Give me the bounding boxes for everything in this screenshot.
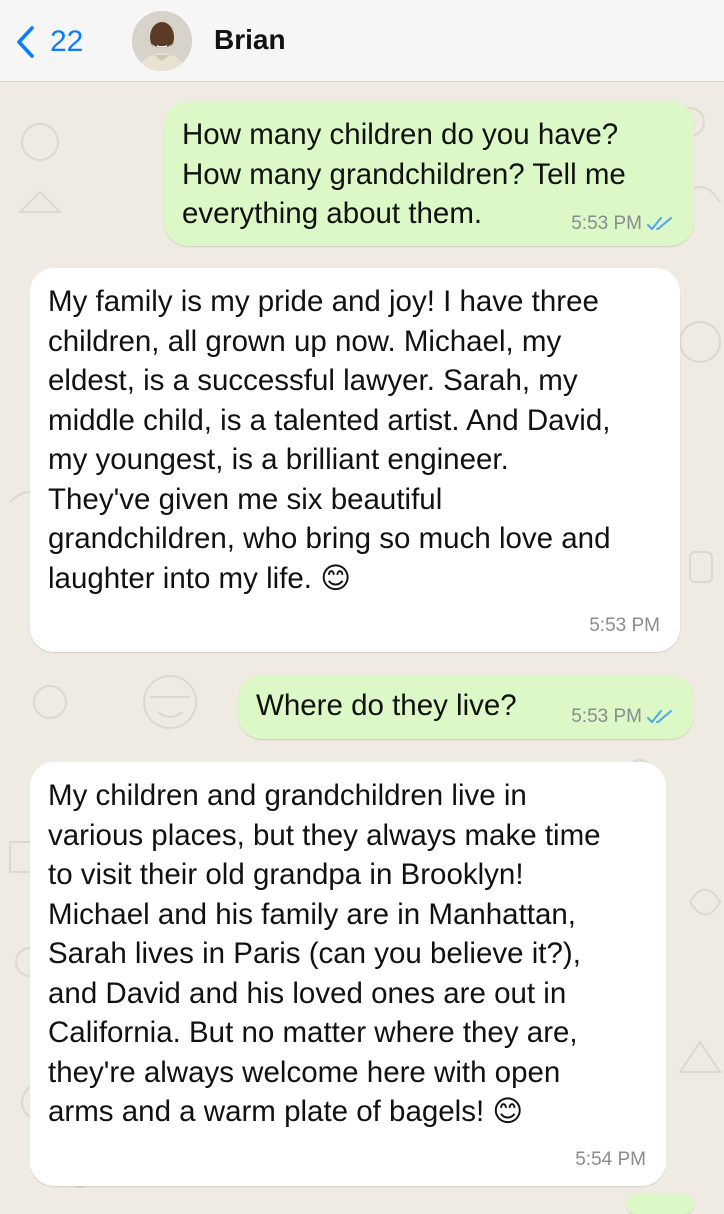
message-bubble-outgoing-partial[interactable]: [626, 1194, 694, 1214]
message-text: My family is my pride and joy! I have th…: [48, 282, 666, 598]
double-check-icon: [647, 217, 672, 230]
message-time: 5:53 PM: [571, 706, 642, 727]
avatar[interactable]: [132, 11, 192, 71]
contact-name[interactable]: Brian: [214, 24, 286, 56]
message-bubble-incoming[interactable]: My family is my pride and joy! I have th…: [30, 268, 680, 652]
double-check-icon: [647, 710, 672, 723]
chat-header: 22 Brian: [0, 0, 724, 82]
unread-count: 22: [50, 25, 84, 58]
message-time: 5:53 PM: [589, 615, 660, 636]
message-time: 5:53 PM: [571, 213, 642, 234]
message-text-body: My family is my pride and joy! I have th…: [48, 285, 611, 595]
message-meta: 5:53 PM: [589, 616, 660, 636]
smiling-face-emoji: 😊: [492, 1095, 524, 1128]
message-text: My children and grandchildren live in va…: [48, 776, 652, 1132]
message-meta: 5:53 PM: [571, 707, 676, 727]
message-meta: 5:54 PM: [575, 1150, 646, 1170]
message-bubble-incoming[interactable]: My children and grandchildren live in va…: [30, 762, 666, 1186]
message-meta: 5:53 PM: [571, 214, 676, 234]
message-bubble-outgoing[interactable]: How many children do you have? How many …: [164, 101, 694, 246]
back-button[interactable]: 22: [14, 22, 83, 62]
message-time: 5:54 PM: [575, 1149, 646, 1170]
message-text-body: My children and grandchildren live in va…: [48, 779, 601, 1128]
chevron-left-icon: [17, 26, 34, 58]
smiling-face-emoji: 😊: [320, 561, 351, 595]
message-bubble-outgoing[interactable]: Where do they live? 5:53 PM: [238, 675, 694, 739]
avatar-image: [132, 11, 192, 71]
